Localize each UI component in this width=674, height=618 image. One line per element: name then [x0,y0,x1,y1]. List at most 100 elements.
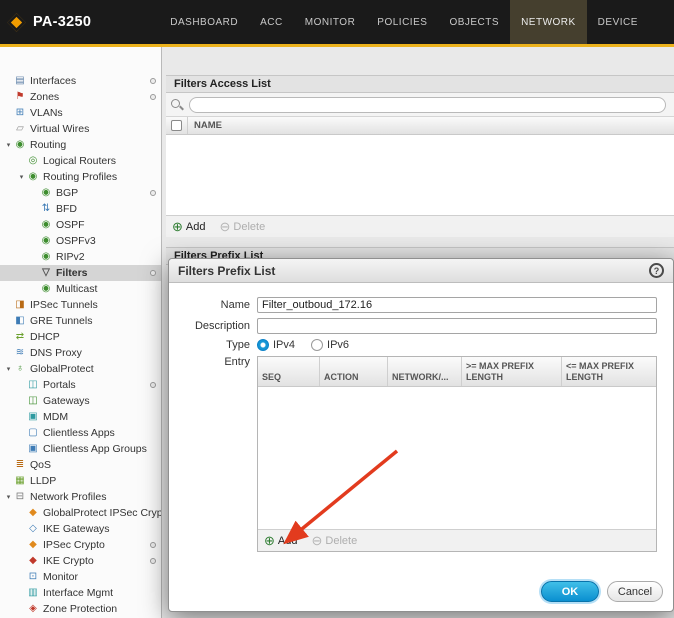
type-field-row: Type IPv4 IPv6 [169,339,665,351]
network-profiles-icon: ⊟ [13,492,27,502]
circled-plus-icon: ⊕ [264,534,275,547]
dialog-actions: OK Cancel [541,581,663,602]
sidebar-item-monitor[interactable]: ⊡Monitor [0,569,161,585]
circled-minus-icon: ⊖ [219,220,230,233]
sidebar-item-bgp[interactable]: ◉BGP [0,185,161,201]
sidebar-item-routing[interactable]: ▾◉Routing [0,137,161,153]
access-list-add-button[interactable]: ⊕ Add [172,220,205,233]
tab-monitor[interactable]: MONITOR [294,0,367,44]
sidebar-item-vlans[interactable]: ⊞VLANs [0,105,161,121]
chevron-down-icon[interactable]: ▾ [4,142,13,149]
help-icon[interactable]: ? [649,263,664,278]
bfd-icon: ⇅ [39,204,53,214]
sidebar-item-logical-routers[interactable]: ◎Logical Routers [0,153,161,169]
sidebar-item-virtual-wires[interactable]: ▱Virtual Wires [0,121,161,137]
pan-os-application: PA-3250 DASHBOARDACCMONITORPOLICIESOBJEC… [0,0,674,618]
sidebar-item-dns-proxy[interactable]: ≋DNS Proxy [0,345,161,361]
sidebar-item-ike-crypto[interactable]: ◆IKE Crypto [0,553,161,569]
entry-column-header-max-prefix-length: <= MAX PREFIX LENGTH [562,357,656,386]
column-header-name: NAME [188,120,222,131]
sidebar-item-bfd[interactable]: ⇅BFD [0,201,161,217]
cancel-button[interactable]: Cancel [607,581,663,602]
sidebar-item-label: Logical Routers [43,155,161,167]
description-input[interactable] [257,318,657,334]
tab-dashboard[interactable]: DASHBOARD [159,0,249,44]
description-label: Description [169,320,257,332]
sidebar-item-portals[interactable]: ◫Portals [0,377,161,393]
sidebar-item-mdm[interactable]: ▣MDM [0,409,161,425]
ok-button[interactable]: OK [541,581,599,602]
sidebar-item-multicast[interactable]: ◉Multicast [0,281,161,297]
access-list-table-body [166,135,674,215]
access-list-table-header: NAME [166,117,674,135]
tab-objects[interactable]: OBJECTS [438,0,510,44]
tab-network[interactable]: NETWORK [510,0,587,44]
sidebar-item-zone-protection[interactable]: ◈Zone Protection [0,601,161,617]
entry-table-header: SEQACTIONNETWORK/...>= MAX PREFIX LENGTH… [258,357,656,387]
sidebar-item-interface-mgmt[interactable]: ▥Interface Mgmt [0,585,161,601]
sidebar-item-ike-gateways[interactable]: ◇IKE Gateways [0,521,161,537]
sidebar-item-filters[interactable]: ▽Filters [0,265,161,281]
circled-minus-icon: ⊖ [311,534,322,547]
status-dot [150,94,156,100]
sidebar-item-qos[interactable]: ≣QoS [0,457,161,473]
device-brand: PA-3250 [0,0,101,44]
zone-protection-icon: ◈ [26,604,40,614]
virtual-wires-icon: ▱ [13,124,27,134]
entry-delete-button[interactable]: ⊖ Delete [311,534,357,547]
ripv2-icon: ◉ [39,252,53,262]
chevron-down-icon[interactable]: ▾ [17,174,26,181]
entry-column-header-max-prefix-length: >= MAX PREFIX LENGTH [462,357,562,386]
sidebar-item-ipsec-tunnels[interactable]: ◨IPSec Tunnels [0,297,161,313]
tab-policies[interactable]: POLICIES [366,0,438,44]
mdm-icon: ▣ [26,412,40,422]
name-input[interactable] [257,297,657,313]
logical-routers-icon: ◎ [26,156,40,166]
sidebar-item-label: Clientless App Groups [43,443,161,455]
sidebar-item-network-profiles[interactable]: ▾⊟Network Profiles [0,489,161,505]
sidebar-item-label: IPSec Tunnels [30,299,161,311]
search-input[interactable] [189,97,666,113]
ipv6-radio[interactable] [311,339,323,351]
delete-button-label: Delete [233,221,265,233]
sidebar-item-label: GlobalProtect IPSec Crypto [43,507,161,519]
sidebar-item-label: DHCP [30,331,161,343]
sidebar-item-label: OSPF [56,219,161,231]
sidebar-item-zones[interactable]: ⚑Zones [0,89,161,105]
sidebar-item-label: RIPv2 [56,251,161,263]
ipv4-radio[interactable] [257,339,269,351]
sidebar-item-gre-tunnels[interactable]: ◧GRE Tunnels [0,313,161,329]
sidebar-item-label: GRE Tunnels [30,315,161,327]
type-options: IPv4 IPv6 [257,339,349,351]
sidebar-item-clientless-apps[interactable]: ▢Clientless Apps [0,425,161,441]
chevron-down-icon[interactable]: ▾ [4,366,13,373]
type-label: Type [169,339,257,351]
sidebar-item-ospf[interactable]: ◉OSPF [0,217,161,233]
access-list-delete-button[interactable]: ⊖ Delete [219,220,265,233]
status-dot [150,270,156,276]
vlans-icon: ⊞ [13,108,27,118]
tab-acc[interactable]: ACC [249,0,294,44]
sidebar-item-globalprotect-ipsec-crypto[interactable]: ◆GlobalProtect IPSec Crypto [0,505,161,521]
sidebar-item-routing-profiles[interactable]: ▾◉Routing Profiles [0,169,161,185]
entry-add-button[interactable]: ⊕ Add [264,534,297,547]
sidebar-item-lldp[interactable]: ▦LLDP [0,473,161,489]
sidebar-item-label: OSPFv3 [56,235,161,247]
globalprotect-icon: ♁ [13,364,27,374]
sidebar-item-gateways[interactable]: ◫Gateways [0,393,161,409]
sidebar-item-dhcp[interactable]: ⇄DHCP [0,329,161,345]
select-all-checkbox[interactable] [171,120,182,131]
sidebar-item-interfaces[interactable]: ▤Interfaces [0,73,161,89]
access-list-search-toolbar [166,93,674,117]
sidebar-tree: ▤Interfaces⚑Zones⊞VLANs▱Virtual Wires▾◉R… [0,47,162,618]
sidebar-item-ipsec-crypto[interactable]: ◆IPSec Crypto [0,537,161,553]
sidebar-item-ospfv3[interactable]: ◉OSPFv3 [0,233,161,249]
sidebar-item-globalprotect[interactable]: ▾♁GlobalProtect [0,361,161,377]
sidebar-item-clientless-app-groups[interactable]: ▣Clientless App Groups [0,441,161,457]
sidebar-item-ripv2[interactable]: ◉RIPv2 [0,249,161,265]
entry-table-footer: ⊕ Add ⊖ Delete [258,529,656,551]
ike-crypto-icon: ◆ [26,556,40,566]
chevron-down-icon[interactable]: ▾ [4,494,13,501]
tab-device[interactable]: DEVICE [587,0,649,44]
monitor-icon: ⊡ [26,572,40,582]
